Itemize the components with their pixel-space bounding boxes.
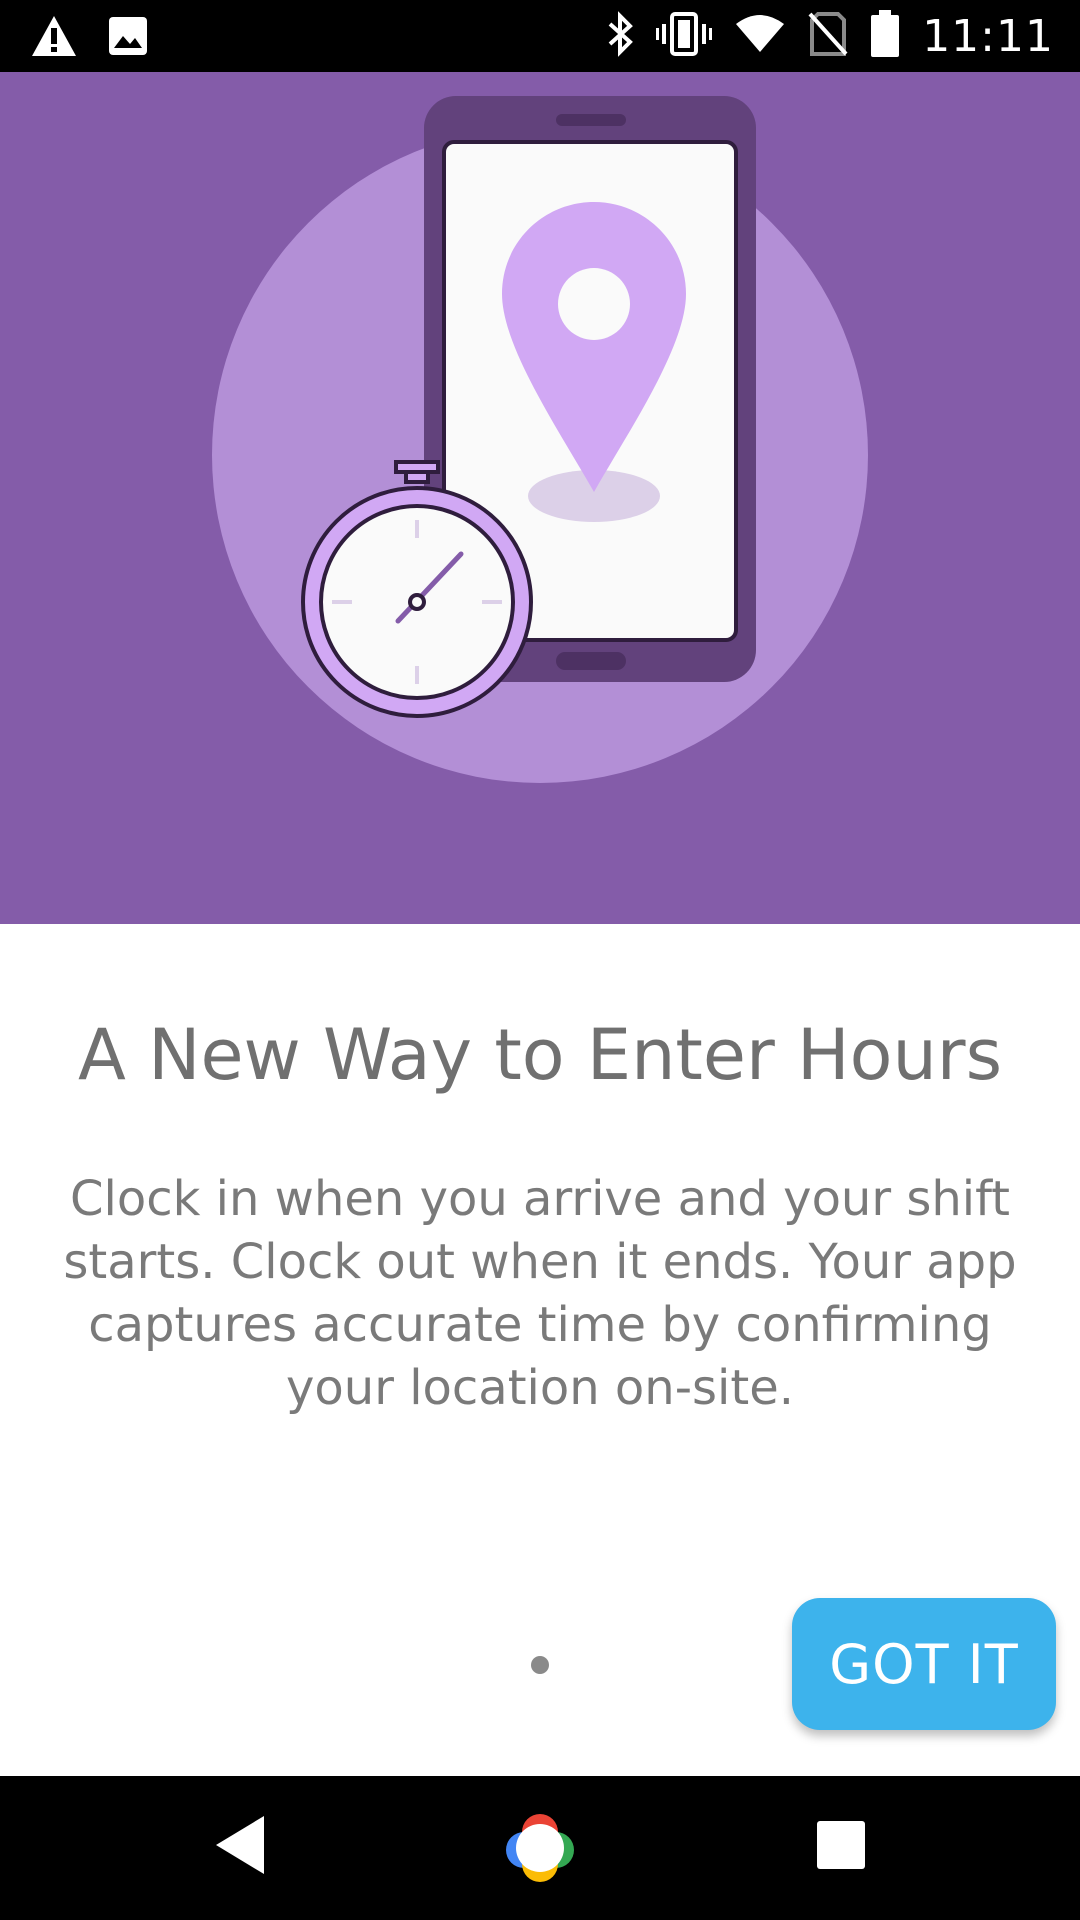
page-indicator-dot (531, 1656, 549, 1674)
warning-icon (30, 14, 78, 63)
image-icon (108, 16, 148, 61)
recents-icon[interactable] (816, 1820, 866, 1875)
vibrate-icon (656, 12, 713, 61)
bluetooth-icon (606, 10, 634, 63)
status-time: 11:11 (922, 11, 1054, 62)
description-text: Clock in when you arrive and your shift … (63, 1171, 1017, 1416)
no-sim-icon (808, 12, 848, 61)
onboarding-content: A New Way to Enter Hours Clock in when y… (0, 924, 1080, 1776)
navigation-bar (0, 1776, 1080, 1920)
page-title: A New Way to Enter Hours (77, 1014, 1003, 1096)
home-icon[interactable] (504, 1812, 576, 1889)
battery-icon (870, 10, 900, 63)
got-it-button[interactable]: GOT IT (792, 1598, 1056, 1730)
back-icon[interactable] (212, 1812, 268, 1883)
status-bar: 11:11 (0, 0, 1080, 72)
onboarding-illustration (0, 72, 1080, 924)
wifi-icon (734, 14, 786, 59)
